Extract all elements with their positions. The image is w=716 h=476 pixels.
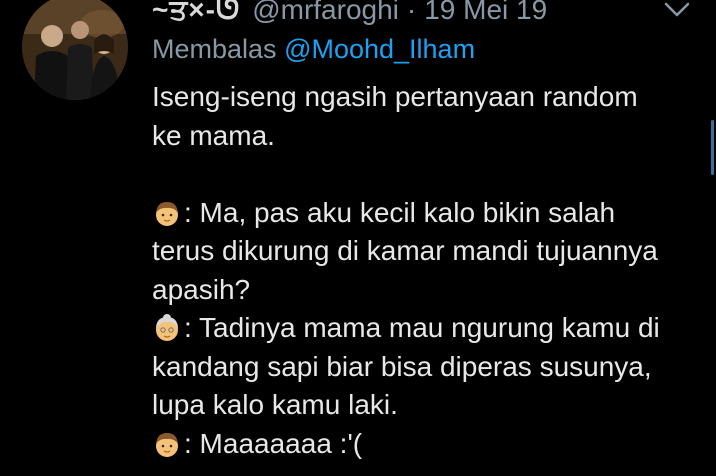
display-name[interactable]: ~ਤ×-ᘎ (152, 0, 240, 27)
dialogue-text: : Tadinya mama mau ngurung kamu di (184, 312, 660, 343)
dialogue-text: : Ma, pas aku kecil kalo bikin salah (184, 196, 616, 228)
boy-emoji-icon (156, 201, 178, 226)
dialogue-line: : Ma, pas aku kecil kalo bikin salah (152, 194, 697, 233)
separator-dot: · (406, 0, 417, 25)
older-woman-emoji-icon (156, 314, 178, 341)
dialogue-line: kandang sapi biar bisa diperas susunya, (152, 350, 652, 382)
intro-line: ke mama. (152, 119, 275, 151)
dialogue-line: : Maaaaaaa :'( (152, 425, 697, 464)
dialogue-text: : Maaaaaaa :'( (184, 427, 363, 459)
scrollbar[interactable] (711, 120, 714, 175)
intro-line: Iseng-iseng ngasih pertanyaan random (152, 81, 638, 112)
tweet-text: Iseng-iseng ngasih pertanyaan random ke … (152, 78, 697, 463)
dialogue-line: terus dikurung di kamar mandi tujuannya (152, 235, 658, 266)
dialogue-line: lupa kalo kamu laki. (152, 389, 398, 420)
boy-emoji-icon (156, 432, 178, 457)
dialogue-line: : Tadinya mama mau ngurung kamu di (152, 309, 697, 348)
user-handle[interactable]: @mrfaroghi (252, 0, 399, 26)
avatar[interactable] (22, 0, 128, 100)
reply-prefix: Membalas (152, 34, 277, 64)
dialogue-line: apasih? (152, 273, 251, 305)
reply-mention-link[interactable]: @Moohd_Ilham (284, 34, 475, 64)
tweet-date[interactable]: 19 Mei 19 (424, 0, 547, 26)
tweet-header: ~ਤ×-ᘎ @mrfaroghi · 19 Mei 19 (152, 0, 547, 28)
chevron-down-icon[interactable] (662, 0, 692, 20)
reply-context: Membalas @Moohd_Ilham (152, 34, 475, 65)
